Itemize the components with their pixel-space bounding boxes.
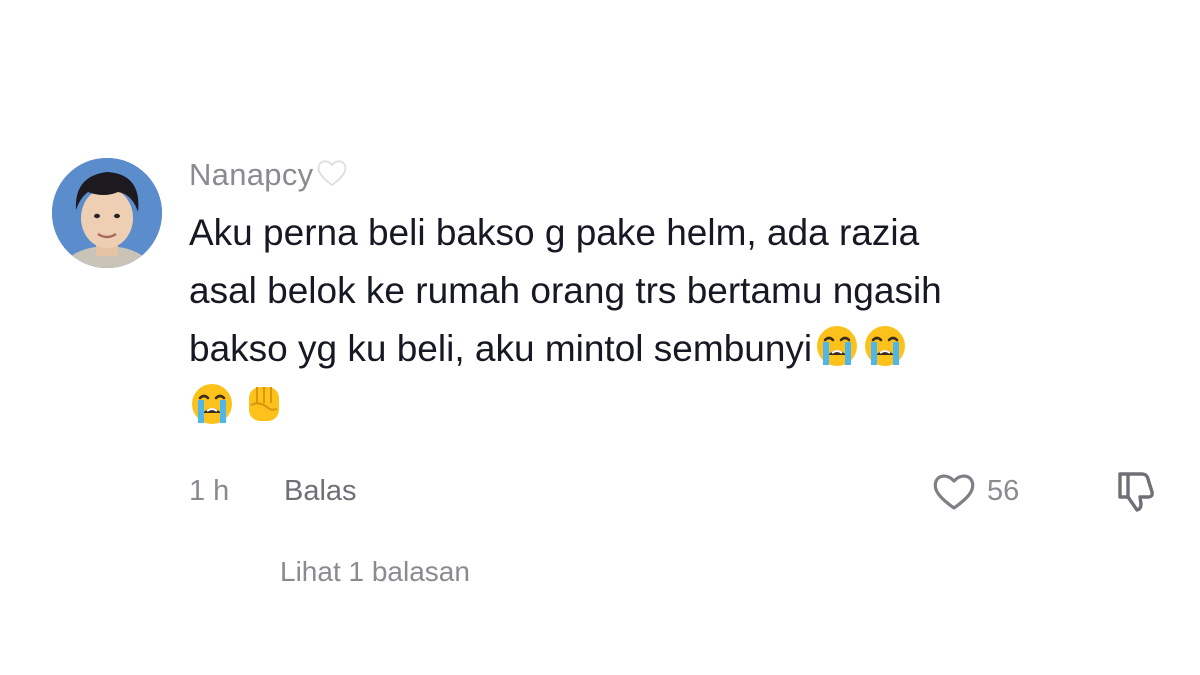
comment-body: Nanapcy Aku perna beli bakso g pake helm…	[189, 150, 1149, 436]
emoji-line	[189, 378, 1169, 436]
raised-fist-icon	[241, 381, 287, 427]
view-replies-label[interactable]: Lihat 1 balasan	[280, 560, 470, 582]
comment-text-line: asal belok ke rumah orang trs bertamu ng…	[189, 270, 942, 311]
heart-outline-icon[interactable]	[931, 470, 977, 512]
username[interactable]: Nanapcy	[189, 157, 313, 193]
avatar[interactable]	[52, 158, 162, 268]
like-button[interactable]: 56	[931, 470, 1019, 512]
reply-button[interactable]: Balas	[284, 475, 357, 508]
white-heart-icon	[315, 156, 349, 190]
comment-text-line: Aku perna beli bakso g pake helm, ada ra…	[189, 212, 920, 253]
like-count: 56	[987, 474, 1020, 507]
timestamp: 1 h	[189, 474, 230, 507]
crying-face-icon	[189, 381, 235, 427]
crying-face-icon	[862, 323, 908, 369]
comment-text-segment: bakso yg ku beli, aku mintol sembunyi	[189, 328, 813, 369]
username-row: Nanapcy	[189, 150, 1149, 200]
crying-face-icon	[814, 323, 860, 369]
view-replies-link[interactable]: Lihat 1 balasan	[280, 560, 470, 582]
comment-text: Aku perna beli bakso g pake helm, ada ra…	[189, 204, 1169, 436]
thumbs-down-icon[interactable]	[1114, 468, 1158, 514]
comment-text-line: bakso yg ku beli, aku mintol sembunyi	[189, 320, 1169, 378]
comment-actions: 1 h Balas 56	[189, 466, 1159, 516]
